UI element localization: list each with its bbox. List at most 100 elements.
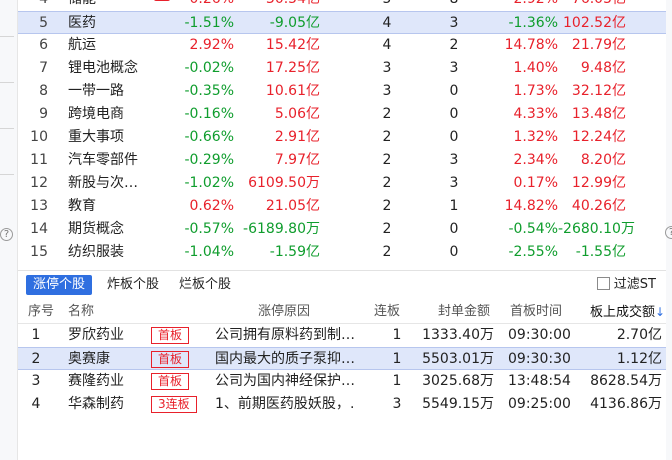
filter-st-checkbox[interactable] (596, 277, 610, 290)
sector-row[interactable]: 10 重大事项 -0.66% 2.91亿 2 0 1.32% 12.24亿 (18, 126, 666, 149)
sector-limit-up-count: 2 (382, 152, 392, 168)
sector-lianban-count: 3 (449, 152, 459, 168)
sector-row[interactable]: 6 航运 2.92% 15.42亿 4 2 14.78% 21.79亿 (18, 34, 666, 57)
sector-rank: 4 (18, 0, 48, 11)
table-row[interactable]: 4 华森制药 3连板 1、前期医药股妖股，… 3 5549.15万 09:25:00 4136… (18, 393, 666, 416)
sector-change-pct-2: -2.55% (508, 244, 558, 260)
sector-amount-2: 21.79亿 (571, 37, 626, 53)
sector-change-pct: 2.92% (189, 37, 234, 53)
sector-row[interactable]: 7 锂电池概念 -0.02% 17.25亿 3 3 1.40% 9.48亿 (18, 57, 666, 80)
sector-limit-up-count: 2 (382, 129, 392, 145)
sector-name: 一带一路 (68, 83, 124, 99)
section-divider (18, 270, 666, 271)
stock-no: 3 (31, 373, 41, 389)
sector-row[interactable]: 13 教育 0.62% 21.05亿 2 1 14.82% 40.26亿 (18, 195, 666, 218)
sector-net-inflow: 17.25亿 (265, 60, 320, 76)
sector-rank: 15 (30, 244, 48, 260)
sector-limit-up-count: 2 (382, 221, 392, 237)
tab-limit-up-stocks[interactable]: 涨停个股 (26, 275, 93, 295)
sector-name: 重大事项 (68, 129, 124, 145)
sector-rank: 11 (30, 152, 48, 168)
sector-amount-2: -2680.10万 (558, 221, 635, 237)
sector-net-inflow: 6109.50万 (248, 175, 320, 191)
sector-net-inflow: -9.05亿 (269, 15, 320, 31)
limit-badge: 首板 (151, 373, 190, 390)
table-row[interactable]: 2 奥赛康 首板 国内最大的质子泵抑… 1 5503.01万 09:30:30 1.12亿 (18, 347, 666, 370)
tab-weak-limit-stocks[interactable]: 烂板个股 (172, 275, 238, 295)
sector-row[interactable]: 11 汽车零部件 -0.29% 7.97亿 2 3 2.34% 8.20亿 (18, 149, 666, 172)
left-panel-divider (0, 36, 14, 37)
sector-change-pct: -0.29% (184, 152, 234, 168)
left-side-panel: ? (0, 0, 18, 460)
help-icon[interactable]: ? (0, 228, 13, 241)
filter-st-toggle[interactable]: 过滤ST (596, 276, 656, 294)
table-row[interactable]: 3 赛隆药业 首板 公司为国内神经保护… 1 3025.68万 13:48:54 8628.5… (18, 370, 666, 393)
stock-first-time: 13:48:54 (508, 373, 571, 389)
header-reason[interactable]: 涨停原因 (258, 300, 310, 324)
sector-change-pct: -0.57% (184, 221, 234, 237)
sector-rank: 5 (39, 15, 48, 31)
stock-reason: 国内最大的质子泵抑… (215, 351, 355, 367)
sector-rank: 9 (39, 106, 48, 122)
sector-name: 汽车零部件 (68, 152, 138, 168)
stock-reason: 公司拥有原料药到制… (215, 327, 355, 343)
sector-row[interactable]: 5 医药 -1.51% -9.05亿 4 3 -1.36% 102.52亿 (18, 11, 666, 34)
sector-row[interactable]: 9 跨境电商 -0.16% 5.06亿 2 0 4.33% 13.48亿 (18, 103, 666, 126)
limit-badge: 首板 (151, 351, 190, 368)
sector-change-pct: -0.35% (184, 83, 234, 99)
sector-change-pct: -1.02% (184, 175, 234, 191)
filter-st-label: 过滤ST (613, 277, 656, 292)
sector-net-inflow: -1.59亿 (269, 244, 320, 260)
sector-row[interactable]: 14 期货概念 -0.57% -6189.80万 2 0 -0.54% -2680.10万 (18, 218, 666, 241)
stock-lianban: 1 (392, 373, 402, 389)
stock-seal-amount: 5549.15万 (422, 396, 494, 412)
header-name[interactable]: 名称 (68, 300, 94, 324)
header-seal-amount[interactable]: 封单金额 (438, 300, 490, 324)
limit-badge: 3连板 (151, 396, 197, 413)
stock-first-time: 09:30:30 (508, 351, 571, 367)
header-lianban[interactable]: 连板 (374, 300, 400, 324)
sector-amount-2: 12.99亿 (571, 175, 626, 191)
sector-net-inflow: 5.06亿 (274, 106, 320, 122)
stock-name: 赛隆药业 (68, 373, 124, 389)
stock-volume: 4136.86万 (590, 396, 662, 412)
help-icon[interactable]: ? (665, 226, 672, 239)
sector-net-inflow: 2.91亿 (274, 129, 320, 145)
sector-row[interactable]: 4储能热0.26%30.54亿582.92%76.05亿 (18, 0, 666, 11)
sector-change-pct: 0.26% (158, 0, 234, 11)
stock-lianban: 1 (392, 327, 402, 343)
sector-lianban-count: 8 (446, 0, 462, 11)
sector-name: 跨境电商 (68, 106, 124, 122)
sector-limit-up-count: 4 (382, 15, 392, 31)
sector-limit-up-count: 4 (382, 37, 392, 53)
sector-name: 储能 (68, 0, 96, 11)
sector-change-pct-2: 0.17% (513, 175, 558, 191)
stock-no: 4 (31, 396, 41, 412)
sector-lianban-count: 0 (449, 129, 459, 145)
limit-badge: 首板 (151, 327, 190, 344)
sector-name: 教育 (68, 198, 96, 214)
stock-name: 罗欣药业 (68, 327, 124, 343)
sector-limit-up-count: 2 (382, 244, 392, 260)
sector-amount-2: 102.52亿 (563, 15, 626, 31)
sector-change-pct: -1.51% (184, 15, 234, 31)
sector-name: 医药 (68, 15, 96, 31)
table-row[interactable]: 1 罗欣药业 首板 公司拥有原料药到制… 1 1333.40万 09:30:00 2.70亿 (18, 324, 666, 347)
table-header: 序号 名称 涨停原因 连板 封单金额 首板时间 板上成交额↓ (18, 300, 666, 324)
header-no[interactable]: 序号 (28, 300, 54, 324)
sector-lianban-count: 3 (449, 15, 459, 31)
sector-name: 纺织服装 (68, 244, 124, 260)
sector-rank: 8 (39, 83, 48, 99)
sector-row[interactable]: 12 新股与次… -1.02% 6109.50万 2 3 0.17% 12.99亿 (18, 172, 666, 195)
sector-limit-up-count: 2 (382, 106, 392, 122)
sector-row[interactable]: 15 纺织服装 -1.04% -1.59亿 2 0 -2.55% -1.55亿 (18, 241, 666, 264)
sector-limit-up-count: 2 (382, 198, 392, 214)
sector-row[interactable]: 8 一带一路 -0.35% 10.61亿 3 0 1.73% 32.12亿 (18, 80, 666, 103)
header-first-time[interactable]: 首板时间 (510, 300, 562, 324)
stock-volume: 2.70亿 (616, 327, 662, 343)
tab-broken-limit-stocks[interactable]: 炸板个股 (100, 275, 166, 295)
stock-name: 奥赛康 (68, 351, 110, 367)
header-volume[interactable]: 板上成交额↓ (590, 300, 665, 325)
stock-seal-amount: 3025.68万 (422, 373, 494, 389)
sector-change-pct-2: 14.78% (504, 37, 558, 53)
